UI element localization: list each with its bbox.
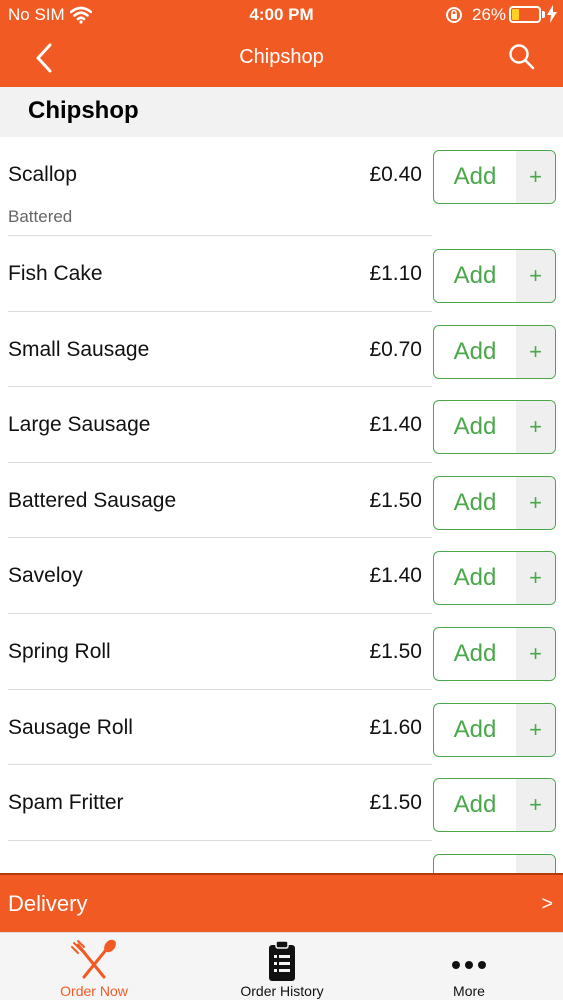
list-item: Spam Fritter £1.50 Add + — [0, 765, 563, 841]
list-item: Fish Cake £1.10 Add + — [0, 236, 563, 312]
item-price: £0.70 — [369, 337, 422, 361]
charging-bolt-icon — [547, 5, 557, 28]
plus-icon: + — [516, 779, 555, 832]
item-price: £1.60 — [369, 715, 422, 739]
item-price: £1.10 — [369, 262, 422, 285]
add-button[interactable]: Add + — [433, 702, 556, 757]
plus-icon: + — [516, 151, 555, 203]
plus-icon: + — [516, 627, 555, 680]
item-name: Spring Roll — [8, 639, 111, 663]
add-label — [434, 855, 516, 873]
item-name: Spam Fritter — [8, 791, 124, 815]
item-name: Large Sausage — [8, 413, 151, 437]
item-price: £1.40 — [369, 413, 422, 437]
menu-list[interactable]: Scallop Battered £0.40 Add + Fish Cake £… — [0, 137, 563, 873]
add-label: Add — [453, 262, 497, 289]
list-item: Battered Sausage £1.50 Add + — [0, 463, 563, 539]
delivery-bar[interactable]: Delivery > — [0, 873, 563, 932]
list-item: Scallop Battered £0.40 Add + — [0, 137, 563, 236]
add-label: Add — [453, 791, 497, 819]
plus-icon: + — [516, 476, 555, 529]
add-label: Add — [453, 337, 497, 365]
item-name: Fish Cake — [8, 262, 103, 285]
nav-bar: Chipshop — [0, 30, 563, 87]
item-name: Scallop — [8, 163, 77, 186]
add-button[interactable] — [433, 853, 556, 873]
add-label: Add — [453, 163, 497, 190]
delivery-label: Delivery — [8, 891, 88, 916]
battery-icon — [509, 6, 541, 23]
plus-icon: + — [516, 401, 555, 454]
list-item: Large Sausage £1.40 Add + — [0, 387, 563, 463]
list-item: Spring Roll £1.50 Add + — [0, 614, 563, 690]
add-label: Add — [453, 715, 497, 743]
item-price: £0.40 — [369, 163, 422, 186]
item-price: £1.40 — [369, 564, 422, 588]
add-button[interactable]: Add + — [433, 324, 556, 379]
add-button[interactable]: Add + — [433, 626, 556, 681]
add-label: Add — [453, 639, 497, 667]
add-button[interactable]: Add + — [433, 150, 556, 204]
battery-nub — [542, 11, 545, 18]
list-item — [0, 841, 563, 873]
add-button[interactable]: Add + — [433, 400, 556, 455]
item-name: Sausage Roll — [8, 715, 133, 739]
item-price: £1.50 — [369, 791, 422, 815]
status-bar: No SIM 4:00 PM 26% — [0, 0, 563, 30]
search-icon[interactable] — [508, 43, 536, 76]
section-title: Chipshop — [28, 97, 139, 124]
fork-knife-icon — [0, 939, 188, 983]
item-subtitle: Battered — [8, 207, 73, 226]
plus-icon: + — [516, 250, 555, 302]
tab-label: More — [453, 983, 485, 999]
list-item: Small Sausage £0.70 Add + — [0, 312, 563, 388]
plus-icon: + — [516, 325, 555, 378]
more-dots-icon — [375, 939, 563, 983]
tab-label: Order History — [240, 983, 324, 999]
chevron-right-icon: > — [541, 893, 553, 915]
item-name: Battered Sausage — [8, 488, 177, 512]
plus-icon: + — [516, 703, 555, 756]
item-price: £1.50 — [369, 488, 422, 512]
tab-more[interactable]: More — [375, 933, 563, 1000]
add-button[interactable]: Add + — [433, 551, 556, 606]
add-button[interactable]: Add + — [433, 475, 556, 530]
tab-order-history[interactable]: Order History — [188, 933, 376, 1000]
tab-order-now[interactable]: Order Now — [0, 933, 188, 1000]
add-button[interactable]: Add + — [433, 249, 556, 303]
list-item: Sausage Roll £1.60 Add + — [0, 690, 563, 766]
add-label: Add — [453, 413, 497, 441]
plus-icon — [516, 854, 555, 873]
add-label: Add — [453, 564, 497, 592]
battery-percent: 26% — [472, 5, 507, 24]
add-label: Add — [453, 488, 497, 516]
nav-title: Chipshop — [239, 46, 324, 68]
plus-icon: + — [516, 552, 555, 605]
item-price: £1.50 — [369, 639, 422, 663]
list-item: Saveloy £1.40 Add + — [0, 538, 563, 614]
tab-label: Order Now — [60, 983, 128, 999]
clipboard-icon — [188, 939, 376, 983]
item-name: Saveloy — [8, 564, 83, 588]
item-name: Small Sausage — [8, 337, 150, 361]
add-button[interactable]: Add + — [433, 778, 556, 833]
orientation-lock-icon — [445, 6, 463, 29]
section-header: Chipshop — [0, 87, 563, 137]
tab-bar: Order Now Order History More — [0, 932, 563, 1000]
